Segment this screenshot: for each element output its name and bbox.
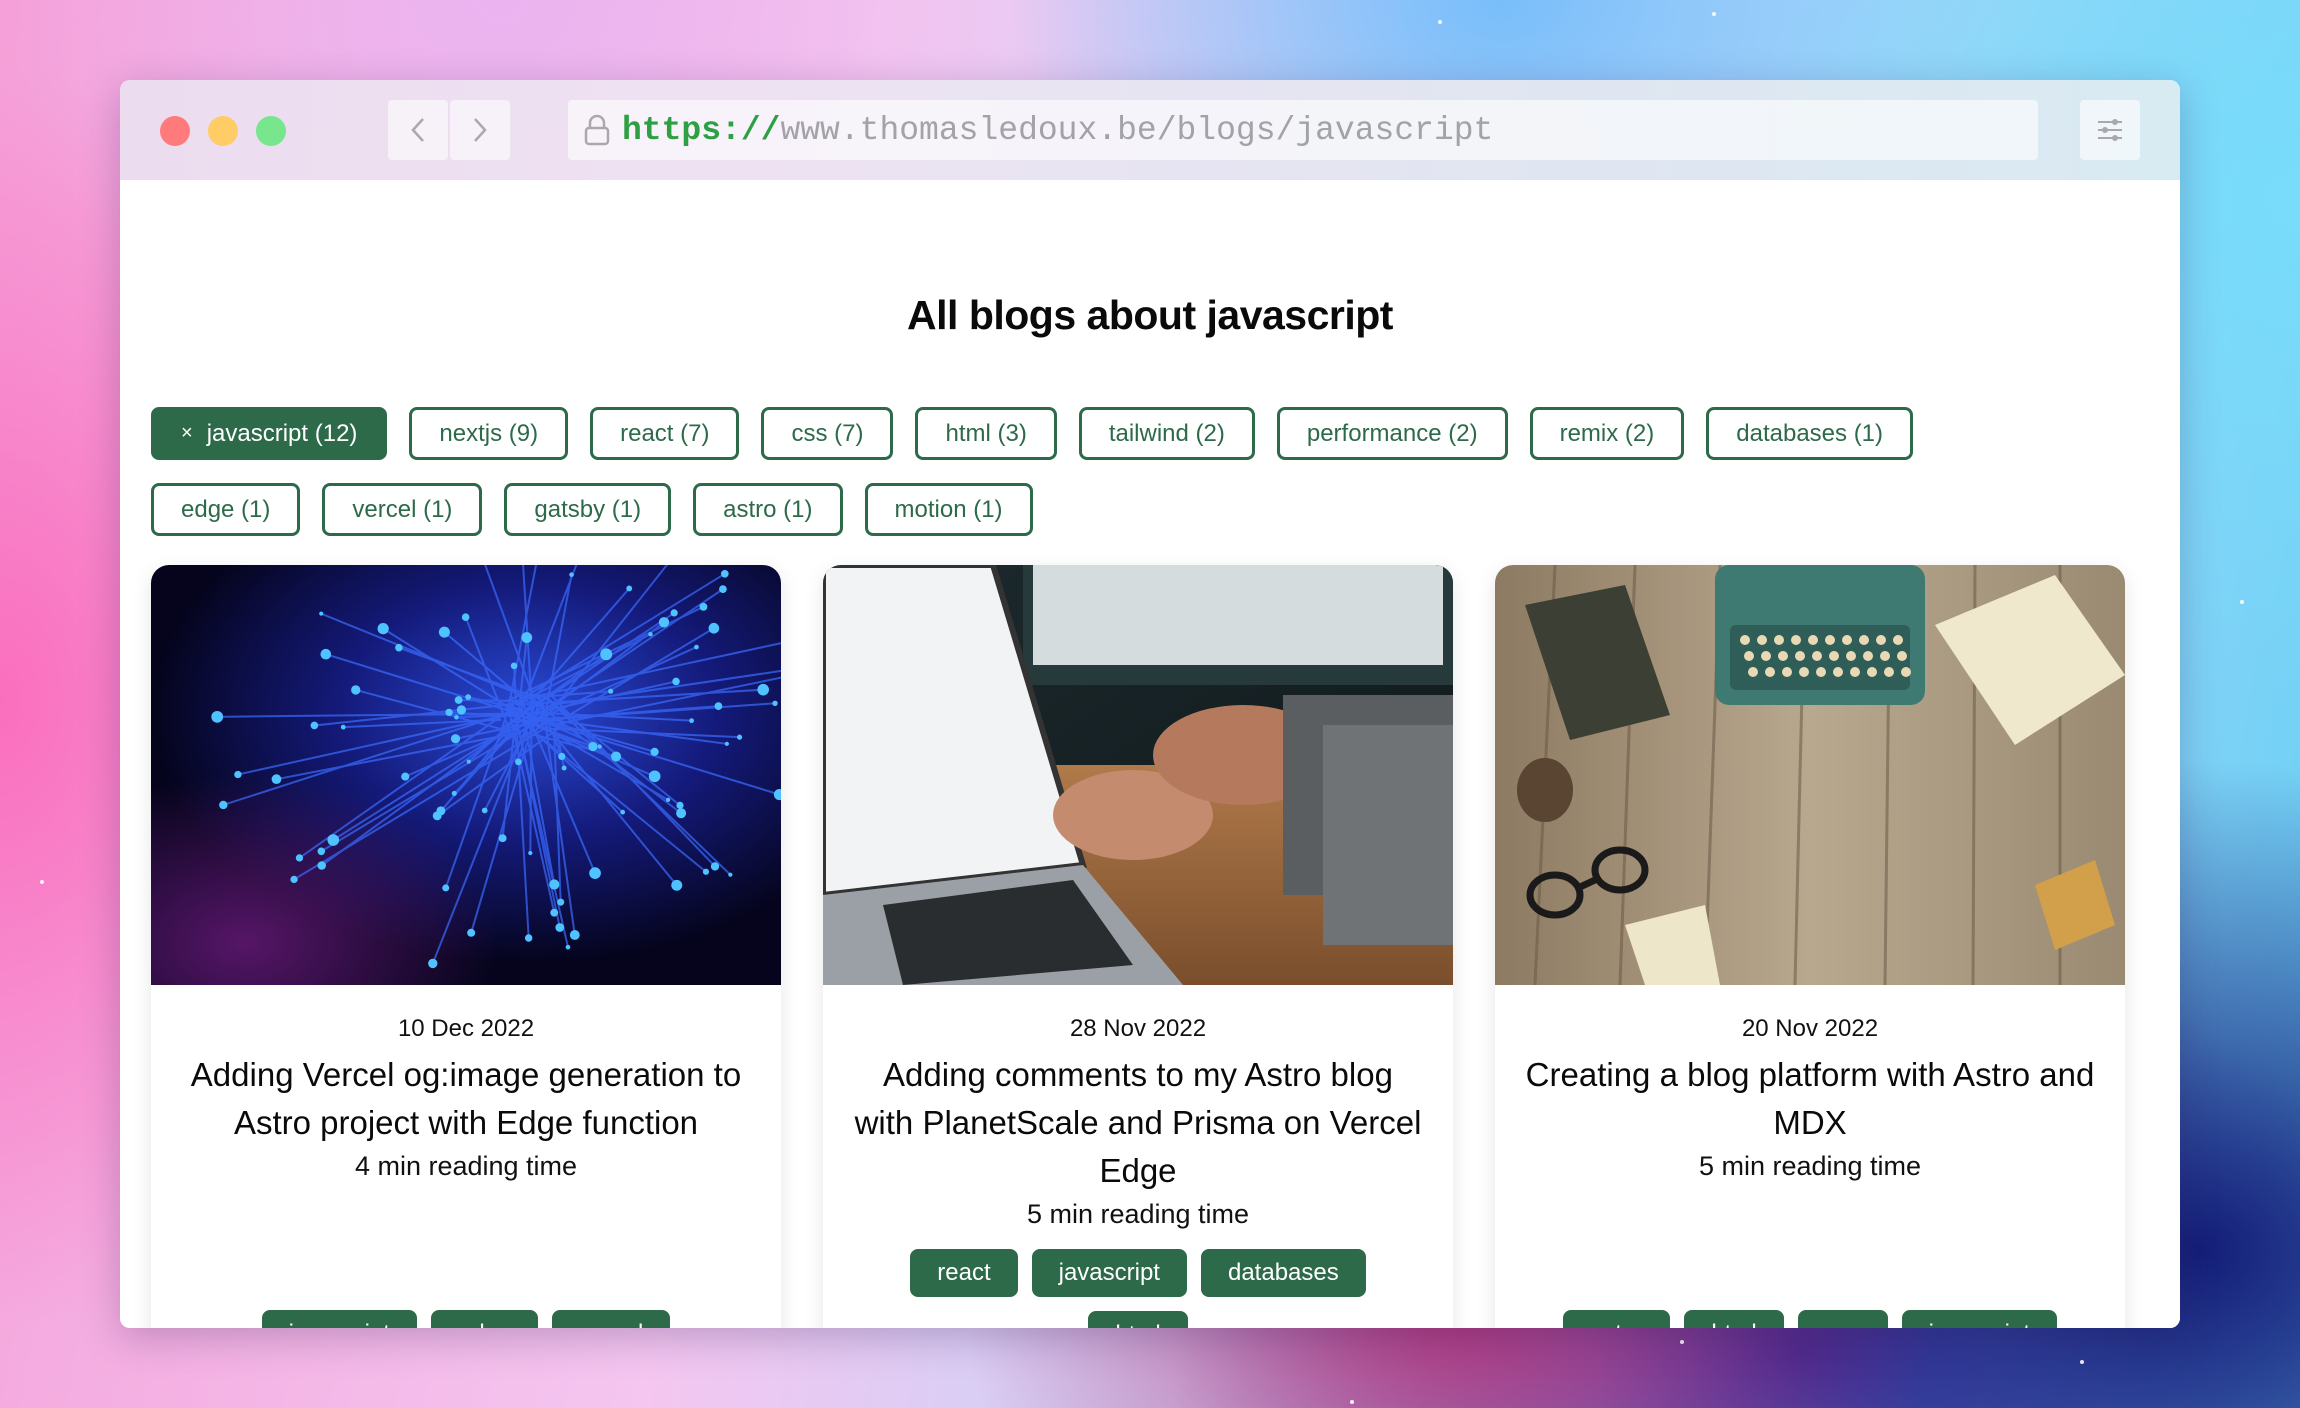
- star: [1350, 1400, 1354, 1404]
- back-button[interactable]: [388, 100, 448, 160]
- filter-chip-react[interactable]: react (7): [590, 407, 740, 460]
- chevron-left-icon: [411, 118, 424, 142]
- blog-card-tags: react javascript databases html: [823, 1249, 1453, 1328]
- blog-card-title[interactable]: Creating a blog platform with Astro and …: [1525, 1051, 2095, 1147]
- chevron-right-icon: [474, 118, 487, 142]
- blog-card-reading-time: 5 min reading time: [1026, 1199, 1250, 1229]
- tag-filter-row: × javascript (12) nextjs (9) react (7) c…: [151, 407, 1914, 460]
- star: [40, 880, 44, 884]
- blog-card-image-fiber-optics[interactable]: [151, 565, 781, 985]
- tag-react[interactable]: react: [910, 1249, 1018, 1297]
- blog-card-title[interactable]: Adding comments to my Astro blog with Pl…: [853, 1051, 1423, 1195]
- forward-button[interactable]: [450, 100, 510, 160]
- filter-chip-performance[interactable]: performance (2): [1276, 407, 1508, 460]
- filter-chip-gatsby[interactable]: gatsby (1): [504, 483, 672, 536]
- browser-titlebar: https://www.thomasledoux.be/blogs/javasc…: [120, 80, 2180, 180]
- star: [2080, 1360, 2084, 1364]
- blog-card-date: 20 Nov 2022: [1741, 1015, 1879, 1042]
- tag-edge[interactable]: edge: [430, 1310, 539, 1328]
- star: [1712, 12, 1716, 16]
- blog-card-image-typewriter-desk[interactable]: [1495, 565, 2125, 985]
- tag-filter-row: edge (1) vercel (1) gatsby (1) astro (1)…: [151, 483, 1033, 536]
- blog-card-reading-time: 4 min reading time: [354, 1151, 578, 1181]
- blog-card-image-laptop-typing[interactable]: [823, 565, 1453, 985]
- maximize-window-button[interactable]: [256, 116, 286, 146]
- remove-filter-icon[interactable]: ×: [181, 422, 193, 445]
- filter-chip-astro[interactable]: astro (1): [693, 483, 843, 536]
- filter-chip-remix[interactable]: remix (2): [1529, 407, 1685, 460]
- filter-chip-label: javascript (12): [206, 419, 358, 447]
- blog-card-date: 10 Dec 2022: [397, 1015, 535, 1042]
- blog-card-reading-time: 5 min reading time: [1698, 1151, 1922, 1181]
- tag-databases[interactable]: databases: [1200, 1249, 1366, 1297]
- tag-html[interactable]: html: [1088, 1311, 1188, 1328]
- tag-html[interactable]: html: [1684, 1310, 1784, 1328]
- sliders-icon: [2098, 119, 2122, 141]
- tag-javascript[interactable]: javascript: [1031, 1249, 1187, 1297]
- filter-chip-html[interactable]: html (3): [915, 407, 1057, 460]
- page-title: All blogs about javascript: [907, 292, 1393, 338]
- page-content: All blogs about javascript × javascript …: [120, 180, 2180, 1328]
- filter-chip-nextjs[interactable]: nextjs (9): [409, 407, 569, 460]
- filter-chip-vercel[interactable]: vercel (1): [322, 483, 483, 536]
- browser-window: https://www.thomasledoux.be/blogs/javasc…: [120, 80, 2180, 1328]
- filter-chip-motion[interactable]: motion (1): [864, 483, 1033, 536]
- filter-chip-edge[interactable]: edge (1): [151, 483, 301, 536]
- close-window-button[interactable]: [160, 116, 190, 146]
- blog-card-title[interactable]: Adding Vercel og:image generation to Ast…: [181, 1051, 751, 1147]
- filter-chip-javascript[interactable]: × javascript (12): [151, 407, 388, 460]
- tag-css[interactable]: css: [1797, 1310, 1888, 1328]
- blog-card[interactable]: 10 Dec 2022 Adding Vercel og:image gener…: [151, 565, 781, 1328]
- blog-card-tags: astro html css javascript: [1495, 1310, 2125, 1328]
- tag-astro[interactable]: astro: [1562, 1310, 1671, 1328]
- filter-chip-tailwind[interactable]: tailwind (2): [1078, 407, 1255, 460]
- tag-javascript[interactable]: javascript: [1901, 1310, 2058, 1328]
- star: [1438, 20, 1442, 24]
- lock-icon: [584, 114, 610, 146]
- url-path: www.thomasledoux.be/blogs/javascript: [780, 111, 1494, 149]
- blog-card-tags: javascript edge vercel: [151, 1310, 781, 1328]
- address-bar[interactable]: https://www.thomasledoux.be/blogs/javasc…: [568, 100, 2038, 160]
- settings-button[interactable]: [2080, 100, 2140, 160]
- tag-javascript[interactable]: javascript: [261, 1310, 417, 1328]
- filter-chip-css[interactable]: css (7): [761, 407, 894, 460]
- url-scheme: https://: [622, 111, 781, 149]
- blog-card[interactable]: 28 Nov 2022 Adding comments to my Astro …: [823, 565, 1453, 1328]
- star: [1680, 1340, 1684, 1344]
- blog-card[interactable]: 20 Nov 2022 Creating a blog platform wit…: [1495, 565, 2125, 1328]
- minimize-window-button[interactable]: [208, 116, 238, 146]
- filter-chip-databases[interactable]: databases (1): [1706, 407, 1914, 460]
- blog-card-date: 28 Nov 2022: [1069, 1015, 1207, 1042]
- tag-vercel[interactable]: vercel: [552, 1310, 671, 1328]
- star: [2240, 600, 2244, 604]
